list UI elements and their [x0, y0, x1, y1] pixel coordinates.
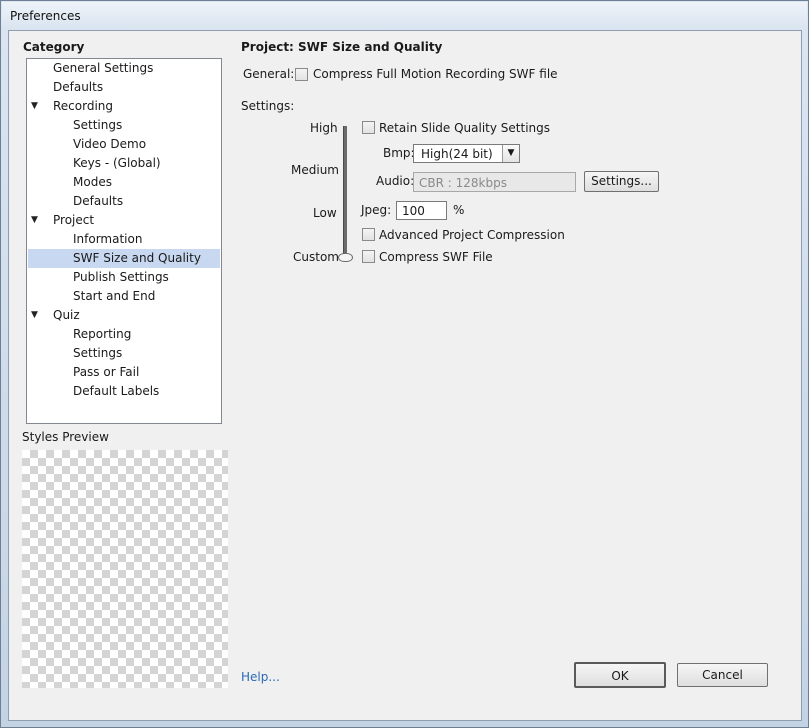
jpeg-unit: %	[453, 203, 465, 217]
compress-swf-label: Compress SWF File	[379, 250, 493, 264]
category-item[interactable]: Pass or Fail	[27, 363, 221, 382]
category-item[interactable]: ▼ Project	[27, 211, 221, 230]
cancel-label: Cancel	[702, 668, 743, 682]
category-item[interactable]: Start and End	[27, 287, 221, 306]
category-item-label: Recording	[53, 99, 114, 113]
category-item-label: Defaults	[73, 194, 124, 208]
retain-slide-quality-label: Retain Slide Quality Settings	[379, 121, 551, 135]
styles-preview-canvas	[22, 450, 228, 688]
category-item-label: Reporting	[73, 327, 132, 341]
category-item-label: Video Demo	[73, 137, 147, 151]
category-item-label: Keys - (Global)	[73, 156, 161, 170]
category-item-label: Publish Settings	[73, 270, 169, 284]
category-item-label: Modes	[73, 175, 112, 189]
category-item[interactable]: SWF Size and Quality	[28, 249, 220, 268]
category-item[interactable]: Default Labels	[27, 382, 221, 401]
ok-button[interactable]: OK	[574, 662, 666, 688]
category-item[interactable]: Modes	[27, 173, 221, 192]
category-item[interactable]: Video Demo	[27, 135, 221, 154]
category-item[interactable]: Keys - (Global)	[27, 154, 221, 173]
category-item-label: Pass or Fail	[73, 365, 140, 379]
general-label: General:	[243, 67, 295, 81]
category-tree[interactable]: General Settings Defaults ▼ Recording Settin…	[26, 58, 222, 424]
preferences-window: Preferences Category General Settings Def…	[0, 0, 809, 728]
window-title: Preferences	[10, 9, 81, 23]
quality-custom-label: Custom	[293, 250, 339, 264]
category-item[interactable]: Settings	[27, 344, 221, 363]
bmp-dropdown[interactable]: High(24 bit) ▼	[413, 144, 520, 163]
compress-full-motion-label: Compress Full Motion Recording SWF file	[313, 67, 558, 81]
quality-medium-label: Medium	[291, 163, 339, 177]
category-item[interactable]: General Settings	[27, 59, 221, 78]
quality-low-label: Low	[313, 206, 337, 220]
advanced-compression-label: Advanced Project Compression	[379, 228, 565, 242]
styles-preview-label: Styles Preview	[22, 430, 109, 444]
category-item-label: Quiz	[53, 308, 80, 322]
retain-slide-quality-checkbox[interactable]	[362, 121, 375, 134]
category-heading: Category	[23, 40, 85, 54]
dialog-body: Category General Settings Defaults ▼ Record…	[8, 30, 802, 721]
ok-label: OK	[611, 669, 629, 683]
expand-arrow-icon[interactable]: ▼	[31, 97, 41, 116]
category-item-label: General Settings	[53, 61, 154, 75]
audio-field: CBR : 128kbps	[413, 172, 576, 192]
category-item-label: SWF Size and Quality	[73, 251, 201, 265]
category-item[interactable]: Information	[27, 230, 221, 249]
audio-settings-label: Settings...	[591, 174, 652, 188]
audio-value: CBR : 128kbps	[419, 176, 507, 190]
compress-full-motion-checkbox[interactable]	[295, 68, 308, 81]
category-item-label: Settings	[73, 346, 123, 360]
quality-high-label: High	[310, 121, 338, 135]
jpeg-quality-input[interactable]: 100	[396, 201, 447, 220]
quality-slider-track[interactable]	[343, 126, 347, 258]
category-item[interactable]: Publish Settings	[27, 268, 221, 287]
compress-swf-checkbox[interactable]	[362, 250, 375, 263]
jpeg-label: Jpeg:	[361, 203, 392, 217]
help-link[interactable]: Help...	[241, 670, 280, 684]
chevron-down-icon: ▼	[502, 145, 519, 162]
bmp-value: High(24 bit)	[421, 147, 493, 161]
title-bar[interactable]: Preferences	[2, 2, 807, 30]
bmp-label: Bmp:	[383, 146, 415, 160]
category-item-label: Project	[53, 213, 95, 227]
settings-label: Settings:	[241, 99, 295, 113]
category-item-label: Default Labels	[73, 384, 160, 398]
category-item[interactable]: Defaults	[27, 78, 221, 97]
panel-title: Project: SWF Size and Quality	[241, 40, 443, 54]
quality-slider-thumb[interactable]	[338, 253, 353, 262]
category-item-label: Information	[73, 232, 143, 246]
category-item[interactable]: Defaults	[27, 192, 221, 211]
expand-arrow-icon[interactable]: ▼	[31, 306, 41, 325]
advanced-compression-checkbox[interactable]	[362, 228, 375, 241]
category-item-label: Settings	[73, 118, 123, 132]
category-item[interactable]: Settings	[27, 116, 221, 135]
category-item-label: Start and End	[73, 289, 156, 303]
cancel-button[interactable]: Cancel	[677, 663, 768, 687]
category-item[interactable]: Reporting	[27, 325, 221, 344]
category-item[interactable]: ▼ Quiz	[27, 306, 221, 325]
category-item[interactable]: ▼ Recording	[27, 97, 221, 116]
category-item-label: Defaults	[53, 80, 104, 94]
jpeg-value: 100	[402, 204, 425, 218]
expand-arrow-icon[interactable]: ▼	[31, 211, 41, 230]
audio-settings-button[interactable]: Settings...	[584, 171, 659, 192]
audio-label: Audio:	[376, 174, 415, 188]
